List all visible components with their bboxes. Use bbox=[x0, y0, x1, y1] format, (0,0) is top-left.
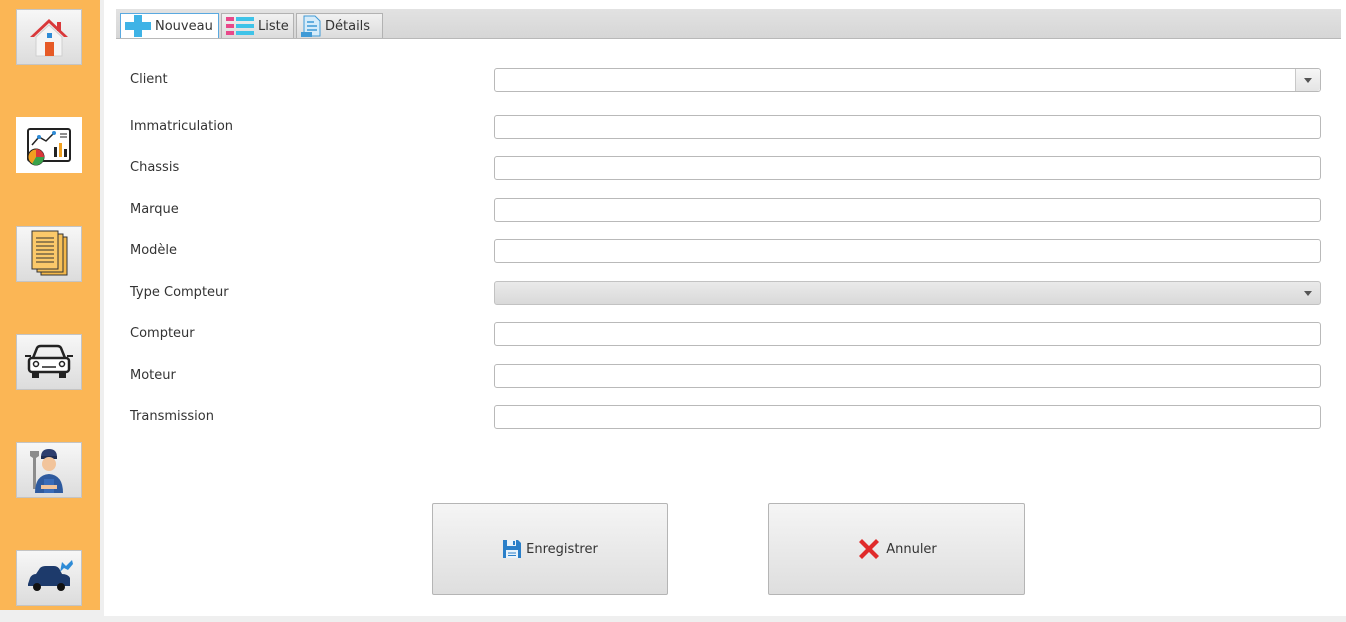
save-button[interactable]: Enregistrer bbox=[432, 503, 668, 595]
tab-label: Nouveau bbox=[155, 18, 213, 34]
cancel-button-label: Annuler bbox=[886, 541, 937, 557]
tab-bar: Nouveau Liste Détails bbox=[116, 9, 1341, 39]
compteur-field[interactable] bbox=[494, 322, 1321, 346]
documents-icon bbox=[27, 229, 71, 279]
sidebar-item-documents[interactable] bbox=[16, 226, 82, 282]
sidebar-item-repairs[interactable] bbox=[16, 550, 82, 606]
sidebar-item-home[interactable] bbox=[16, 9, 82, 65]
moteur-field[interactable] bbox=[494, 364, 1321, 388]
immatriculation-label: Immatriculation bbox=[130, 119, 234, 134]
modele-label: Modèle bbox=[130, 243, 178, 258]
main-panel: Nouveau Liste Détails Client Immatricula… bbox=[104, 0, 1346, 616]
plus-icon bbox=[125, 15, 151, 37]
sidebar-item-mechanics[interactable] bbox=[16, 442, 82, 498]
home-icon bbox=[26, 16, 72, 58]
moteur-label: Moteur bbox=[130, 368, 176, 383]
tab-nouveau[interactable]: Nouveau bbox=[120, 13, 219, 38]
car-repair-icon bbox=[24, 560, 74, 596]
marque-label: Marque bbox=[130, 202, 179, 217]
chevron-down-icon bbox=[1295, 69, 1320, 91]
chassis-label: Chassis bbox=[130, 160, 180, 175]
close-icon bbox=[856, 536, 882, 562]
client-select[interactable] bbox=[494, 68, 1321, 92]
transmission-field[interactable] bbox=[494, 405, 1321, 429]
type-compteur-label: Type Compteur bbox=[130, 285, 229, 300]
mechanic-icon bbox=[26, 445, 72, 495]
tab-label: Liste bbox=[258, 18, 289, 34]
tab-details[interactable]: Détails bbox=[296, 13, 383, 38]
sidebar-item-dashboard[interactable] bbox=[16, 117, 82, 173]
chassis-field[interactable] bbox=[494, 156, 1321, 180]
list-icon bbox=[226, 17, 254, 35]
client-label: Client bbox=[130, 72, 168, 87]
sidebar-item-vehicles[interactable] bbox=[16, 334, 82, 390]
dashboard-chart-icon bbox=[24, 123, 74, 167]
cancel-button[interactable]: Annuler bbox=[768, 503, 1025, 595]
details-icon bbox=[301, 15, 321, 37]
chevron-down-icon bbox=[1296, 282, 1320, 304]
marque-field[interactable] bbox=[494, 198, 1321, 222]
tab-liste[interactable]: Liste bbox=[221, 13, 294, 38]
tab-label: Détails bbox=[325, 18, 371, 34]
transmission-label: Transmission bbox=[130, 409, 214, 424]
sidebar bbox=[0, 0, 100, 610]
car-icon bbox=[24, 342, 74, 382]
modele-field[interactable] bbox=[494, 239, 1321, 263]
save-button-label: Enregistrer bbox=[526, 541, 598, 557]
immatriculation-field[interactable] bbox=[494, 115, 1321, 139]
save-icon bbox=[502, 539, 522, 559]
type-compteur-select[interactable] bbox=[494, 281, 1321, 305]
compteur-label: Compteur bbox=[130, 326, 195, 341]
